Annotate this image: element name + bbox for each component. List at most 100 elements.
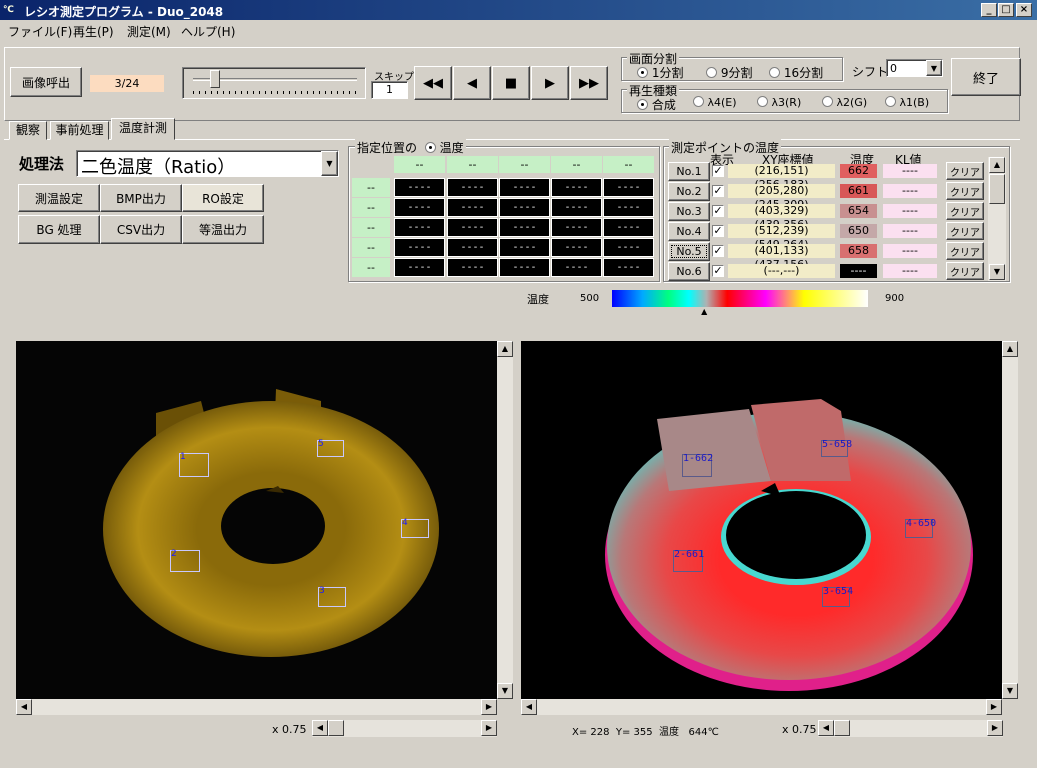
- checkbox[interactable]: ✓: [712, 265, 724, 277]
- tab-preprocess[interactable]: 事前処理: [50, 121, 109, 140]
- menu-help[interactable]: ヘルプ(H): [181, 23, 235, 40]
- scroll-down-icon[interactable]: ▼: [497, 683, 513, 699]
- csv-export-button[interactable]: CSV出力: [100, 215, 182, 244]
- right-hscrollbar[interactable]: ◀ ▶: [521, 699, 1002, 715]
- scroll-left-icon[interactable]: ◀: [818, 720, 834, 736]
- scroll-right-icon[interactable]: ▶: [986, 699, 1002, 715]
- scroll-down-icon[interactable]: ▼: [989, 264, 1005, 280]
- scroll-left-icon[interactable]: ◀: [16, 699, 32, 715]
- scroll-thumb[interactable]: [989, 174, 1005, 204]
- slider-thumb[interactable]: [209, 70, 220, 88]
- split-option-16[interactable]: 16分割: [769, 64, 823, 81]
- maximize-button[interactable]: □: [998, 3, 1014, 17]
- radio-on-icon: [637, 67, 648, 78]
- right-roi-2[interactable]: 2-661: [673, 549, 704, 572]
- close-button[interactable]: ×: [1016, 3, 1032, 17]
- scroll-up-icon[interactable]: ▲: [497, 341, 513, 357]
- shift-select[interactable]: 0 ▼: [886, 59, 943, 77]
- right-image-view[interactable]: 1-662 2-661 3-654 4-650 5-658: [521, 341, 1002, 699]
- left-roi-2[interactable]: 2: [170, 549, 200, 572]
- playback-option-l4[interactable]: λ4(E): [693, 96, 737, 109]
- point-id-button[interactable]: No.4: [668, 222, 710, 241]
- skip-input[interactable]: 1: [371, 81, 408, 99]
- clear-button[interactable]: クリア: [946, 202, 984, 220]
- playback-option-l2[interactable]: λ2(G): [822, 96, 867, 109]
- clear-button[interactable]: クリア: [946, 262, 984, 280]
- point-id-button[interactable]: No.3: [668, 202, 710, 221]
- ro-settings-button[interactable]: RO設定: [182, 184, 264, 212]
- clear-button[interactable]: クリア: [946, 242, 984, 260]
- scroll-right-icon[interactable]: ▶: [481, 699, 497, 715]
- left-roi-4-label: 4: [402, 518, 408, 528]
- menu-measure[interactable]: 測定(M): [127, 23, 171, 40]
- right-vscrollbar[interactable]: ▲ ▼: [1002, 341, 1018, 699]
- zoom-thumb[interactable]: [834, 720, 850, 736]
- play-button[interactable]: ▶: [531, 66, 569, 100]
- playback-option-composite[interactable]: 合成: [637, 96, 676, 113]
- scroll-down-icon[interactable]: ▼: [1002, 683, 1018, 699]
- grid-row-header: --: [352, 198, 390, 217]
- menu-play[interactable]: 再生(P): [73, 23, 114, 40]
- minimize-button[interactable]: _: [981, 3, 997, 17]
- bmp-export-button[interactable]: BMP出力: [100, 184, 182, 212]
- split-option-1[interactable]: 1分割: [637, 64, 683, 81]
- right-roi-5[interactable]: 5-658: [821, 439, 852, 457]
- right-roi-1[interactable]: 1-662: [682, 453, 713, 477]
- radio-on-icon[interactable]: [424, 142, 436, 153]
- chevron-down-icon[interactable]: ▼: [321, 151, 338, 176]
- rewind-button[interactable]: ◀◀: [414, 66, 452, 100]
- checkbox[interactable]: ✓: [712, 205, 724, 217]
- tab-temperature[interactable]: 温度計測: [111, 118, 175, 140]
- point-id-button[interactable]: No.5: [668, 242, 710, 261]
- playback-option-l1[interactable]: λ1(B): [885, 96, 929, 109]
- left-roi-4[interactable]: 4: [401, 518, 429, 538]
- left-hscrollbar[interactable]: ◀ ▶: [16, 699, 497, 715]
- grid-cell: ----: [603, 218, 654, 237]
- scroll-right-icon[interactable]: ▶: [987, 720, 1003, 736]
- left-image-view[interactable]: 1 2 3 4 5: [16, 341, 497, 699]
- scroll-up-icon[interactable]: ▲: [1002, 341, 1018, 357]
- point-id-button[interactable]: No.6: [668, 262, 710, 281]
- left-roi-5[interactable]: 5: [317, 439, 344, 457]
- load-image-button[interactable]: 画像呼出: [10, 67, 82, 97]
- step-back-button[interactable]: ◀: [453, 66, 491, 100]
- left-zoom-scrollbar[interactable]: ◀ ▶: [312, 720, 497, 737]
- chevron-down-icon[interactable]: ▼: [926, 60, 942, 76]
- split-option-9[interactable]: 9分割: [706, 64, 752, 81]
- clear-button[interactable]: クリア: [946, 162, 984, 180]
- temp-settings-button[interactable]: 測温設定: [18, 184, 100, 212]
- clear-button[interactable]: クリア: [946, 222, 984, 240]
- clear-button[interactable]: クリア: [946, 182, 984, 200]
- scroll-up-icon[interactable]: ▲: [989, 157, 1005, 173]
- color-scale: [612, 290, 868, 307]
- right-zoom-scrollbar[interactable]: ◀ ▶: [818, 720, 1003, 737]
- frame-slider[interactable]: [182, 67, 366, 99]
- point-id-button[interactable]: No.2: [668, 182, 710, 201]
- checkbox[interactable]: ✓: [712, 185, 724, 197]
- right-roi-4[interactable]: 4-650: [905, 518, 936, 538]
- bg-process-button[interactable]: BG 処理: [18, 215, 100, 244]
- zoom-thumb[interactable]: [328, 720, 344, 736]
- left-roi-1[interactable]: 1: [179, 452, 209, 477]
- scroll-right-icon[interactable]: ▶: [481, 720, 497, 736]
- points-scrollbar[interactable]: ▲ ▼: [988, 157, 1006, 281]
- scroll-left-icon[interactable]: ◀: [521, 699, 537, 715]
- menu-file[interactable]: ファイル(F): [8, 23, 72, 40]
- right-roi-3[interactable]: 3-654: [822, 586, 853, 607]
- left-vscrollbar[interactable]: ▲ ▼: [497, 341, 513, 699]
- tab-observe[interactable]: 観察: [9, 121, 47, 140]
- playback-option-l3[interactable]: λ3(R): [757, 96, 801, 109]
- radio-off-icon: [706, 67, 717, 78]
- method-select[interactable]: 二色温度（Ratio） ▼: [76, 150, 339, 178]
- checkbox[interactable]: ✓: [712, 245, 724, 257]
- checkbox[interactable]: ✓: [712, 225, 724, 237]
- fast-forward-button[interactable]: ▶▶: [570, 66, 608, 100]
- point-id-button[interactable]: No.1: [668, 162, 710, 181]
- stop-button[interactable]: ■: [492, 66, 530, 100]
- exit-button[interactable]: 終了: [951, 58, 1021, 96]
- left-roi-3[interactable]: 3: [318, 586, 346, 607]
- scroll-left-icon[interactable]: ◀: [312, 720, 328, 736]
- grid-cell: ----: [551, 238, 602, 257]
- checkbox[interactable]: ✓: [712, 165, 724, 177]
- isotherm-export-button[interactable]: 等温出力: [182, 215, 264, 244]
